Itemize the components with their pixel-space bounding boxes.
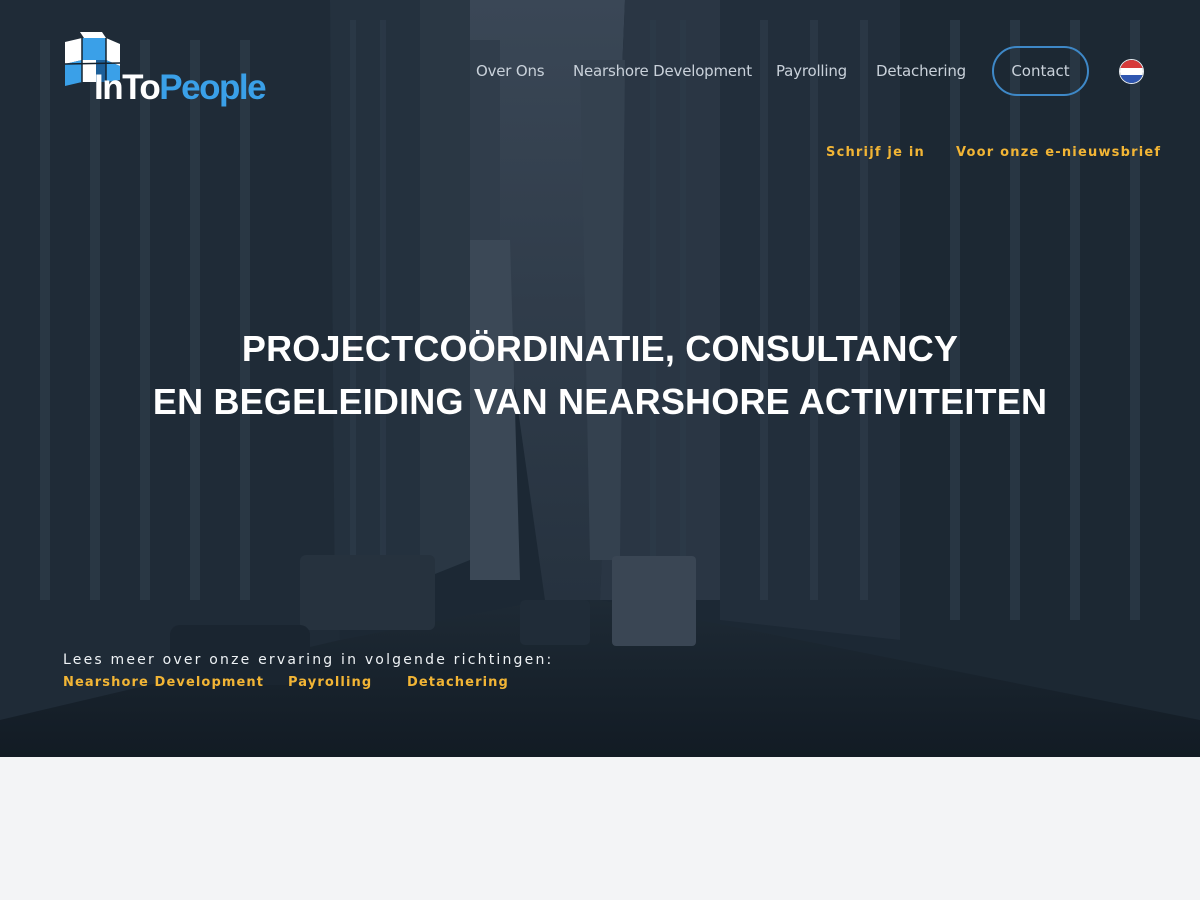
dutch-flag-icon[interactable]	[1119, 59, 1144, 84]
nav-item-detachering[interactable]: Detachering	[876, 62, 966, 80]
read-more-links: Nearshore Development Payrolling Detache…	[63, 675, 763, 695]
main-navigation: Over Ons Nearshore Development Payrollin…	[0, 46, 1200, 96]
nav-item-over-ons[interactable]: Over Ons	[476, 62, 545, 80]
read-more-intro: Lees meer over onze ervaring in volgende…	[63, 652, 554, 668]
read-more-section: Lees meer over onze ervaring in volgende…	[63, 652, 763, 695]
newsletter-description-link[interactable]: Voor onze e-nieuwsbrief	[956, 145, 1161, 160]
read-more-link-nearshore-development[interactable]: Nearshore Development	[63, 675, 264, 690]
nav-item-nearshore-development[interactable]: Nearshore Development	[573, 62, 752, 80]
nav-item-payrolling[interactable]: Payrolling	[776, 62, 847, 80]
read-more-link-payrolling[interactable]: Payrolling	[288, 675, 372, 690]
content-area	[0, 757, 1200, 900]
read-more-link-detachering[interactable]: Detachering	[407, 675, 509, 690]
newsletter-bar: Schrijf je in Voor onze e-nieuwsbrief	[0, 145, 1200, 165]
hero-headline-line-1: PROJECTCOÖRDINATIE, CONSULTANCY	[241, 328, 959, 369]
hero-headline-line-2: EN BEGELEIDING VAN NEARSHORE ACTIVITEITE…	[152, 381, 1048, 422]
hero-section: InToPeople Over Ons Nearshore Developmen…	[0, 0, 1200, 757]
contact-button[interactable]: Contact	[992, 46, 1089, 96]
newsletter-signup-link[interactable]: Schrijf je in	[826, 145, 925, 160]
hero-headline: PROJECTCOÖRDINATIE, CONSULTANCY EN BEGEL…	[0, 322, 1200, 428]
